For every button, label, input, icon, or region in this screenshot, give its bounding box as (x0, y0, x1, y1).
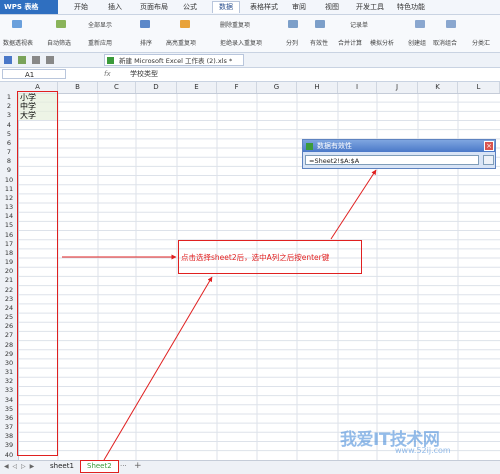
add-sheet-icon[interactable]: + (134, 461, 142, 471)
arrow-to-dialog (330, 169, 377, 240)
arrow-to-sheet2 (103, 276, 213, 461)
sheet-tab-sheet2[interactable]: Sheet2 (80, 460, 119, 473)
sheet-tab-sheet1[interactable]: sheet1 (44, 461, 80, 472)
sheet-nav-arrows-icon[interactable]: ◀ ◁ ▷ ▶ (4, 463, 35, 470)
more-sheets-icon[interactable]: ··· (120, 462, 127, 470)
annotation-arrows (62, 169, 377, 461)
watermark-url: www.52ij.com (395, 446, 451, 455)
